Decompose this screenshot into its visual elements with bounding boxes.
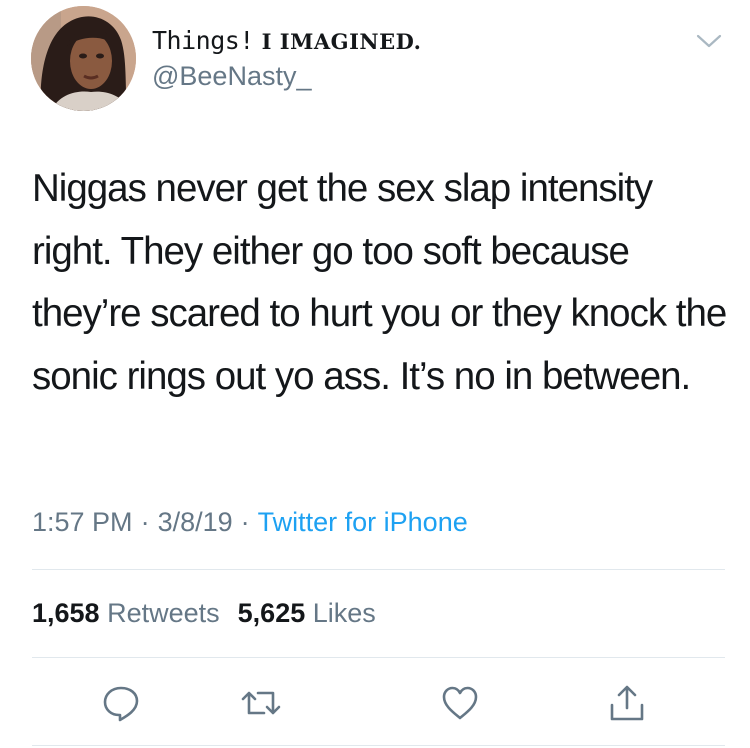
avatar[interactable] [31, 6, 136, 111]
tweet-date: 3/8/19 [157, 507, 233, 537]
meta-separator: · [140, 507, 150, 537]
avatar-image [31, 6, 136, 111]
display-name[interactable]: Things! I IMAGINED. [152, 24, 421, 58]
like-button[interactable] [438, 681, 482, 725]
divider [32, 657, 725, 658]
retweet-button[interactable] [239, 681, 283, 725]
display-name-part2: I IMAGINED. [253, 29, 422, 54]
tweet-stats: 1,658 Retweets 5,625 Likes [32, 596, 376, 630]
retweet-icon [241, 691, 281, 715]
user-handle[interactable]: @BeeNasty_ [152, 60, 311, 92]
likes-count: 5,625 [237, 598, 306, 628]
reply-button[interactable] [99, 681, 143, 725]
retweets-label: Retweets [107, 598, 220, 628]
tweet-text: Niggas never get the sex slap intensity … [32, 167, 727, 398]
retweets-stat[interactable]: 1,658 Retweets [32, 598, 220, 628]
display-name-part1: Things! [152, 26, 254, 55]
likes-label: Likes [312, 598, 376, 628]
divider [32, 569, 725, 570]
divider [32, 745, 725, 746]
reply-icon [103, 686, 139, 722]
tweet-source-link[interactable]: Twitter for iPhone [258, 507, 468, 537]
tweet-time: 1:57 PM [32, 507, 133, 537]
tweet-meta: 1:57 PM · 3/8/19 · Twitter for iPhone [32, 505, 468, 539]
chevron-down-icon[interactable] [694, 30, 724, 52]
meta-separator: · [240, 507, 250, 537]
retweets-count: 1,658 [32, 598, 100, 628]
share-icon [610, 685, 644, 721]
heart-icon [442, 686, 478, 720]
share-button[interactable] [605, 681, 649, 725]
tweet: Things! I IMAGINED. @BeeNasty_ Niggas ne… [0, 0, 750, 748]
likes-stat[interactable]: 5,625 Likes [238, 598, 376, 628]
